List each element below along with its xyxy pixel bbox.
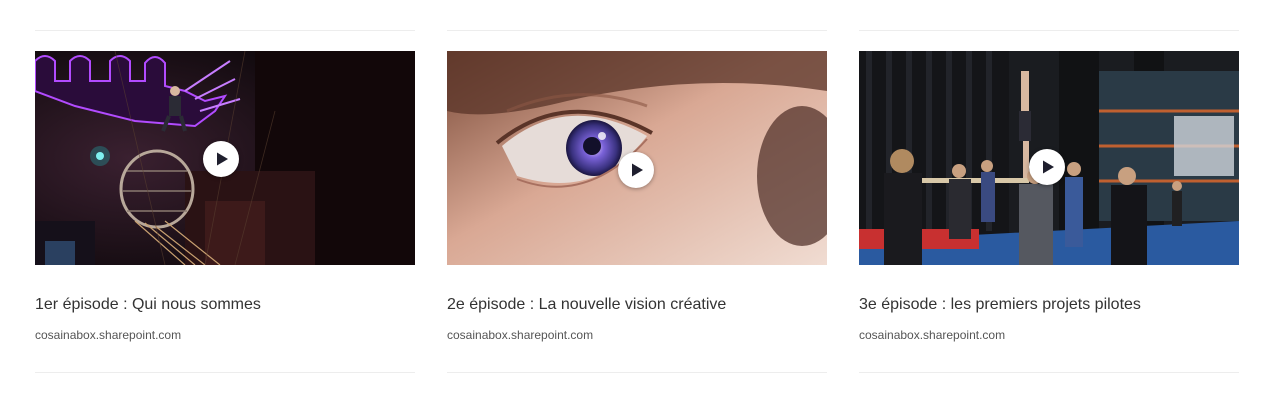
video-source: cosainabox.sharepoint.com [859,328,1006,342]
video-source: cosainabox.sharepoint.com [447,328,594,342]
play-button[interactable] [203,141,239,177]
play-icon [217,152,228,166]
play-button[interactable] [618,152,654,188]
divider [859,30,1239,31]
divider [447,372,827,373]
play-icon [1043,160,1054,174]
video-thumbnail[interactable] [35,51,415,265]
divider [35,30,415,31]
video-title[interactable]: 1er épisode : Qui nous sommes [35,296,415,314]
divider [35,372,415,373]
video-title[interactable]: 3e épisode : les premiers projets pilote… [859,296,1239,314]
video-thumbnail[interactable] [447,51,827,265]
play-button[interactable] [1029,149,1065,185]
video-card-grid: 1er épisode : Qui nous sommes cosainabox… [0,0,1269,402]
video-title[interactable]: 2e épisode : La nouvelle vision créative [447,296,827,314]
video-card: 3e épisode : les premiers projets pilote… [859,0,1239,402]
video-thumbnail[interactable] [859,51,1239,265]
video-source: cosainabox.sharepoint.com [35,328,182,342]
video-card: 1er épisode : Qui nous sommes cosainabox… [35,0,415,402]
divider [447,30,827,31]
video-card: 2e épisode : La nouvelle vision créative… [447,0,827,402]
divider [859,372,1239,373]
play-icon [632,163,643,177]
